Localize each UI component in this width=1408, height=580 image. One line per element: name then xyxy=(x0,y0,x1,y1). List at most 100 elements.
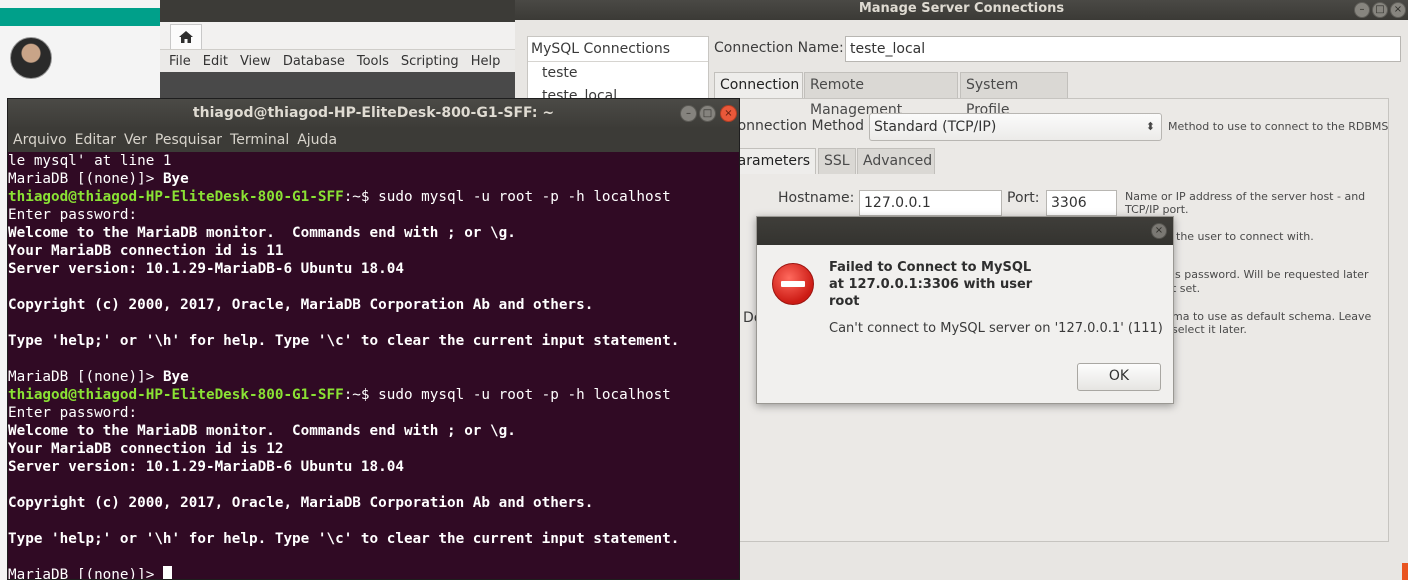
menu-file[interactable]: File xyxy=(169,54,191,69)
terminal-line: Enter password: xyxy=(8,207,138,223)
menu-view[interactable]: View xyxy=(240,54,271,69)
shell-prompt: thiagod@thiagod-HP-EliteDesk-800-G1-SFF xyxy=(8,387,344,403)
schema-hint-line1: ma to use as default schema. Leave xyxy=(1172,310,1372,323)
workbench-toolbar xyxy=(160,72,515,100)
connection-name-input[interactable]: teste_local xyxy=(845,36,1401,62)
workbench-menubar: File Edit View Database Tools Scripting … xyxy=(160,49,515,73)
menu-ajuda[interactable]: Ajuda xyxy=(297,132,337,148)
menu-arquivo[interactable]: Arquivo xyxy=(13,132,67,148)
menu-edit[interactable]: Edit xyxy=(203,54,228,69)
connection-method-value: Standard (TCP/IP) xyxy=(874,119,997,135)
menu-help[interactable]: Help xyxy=(471,54,501,69)
ok-button[interactable]: OK xyxy=(1077,363,1161,391)
command-output: Bye xyxy=(162,171,189,187)
shell-prompt: thiagod@thiagod-HP-EliteDesk-800-G1-SFF xyxy=(8,189,344,205)
menu-scripting[interactable]: Scripting xyxy=(401,54,459,69)
dialog-titlebar: × xyxy=(757,217,1173,245)
command-output: Bye xyxy=(162,369,189,385)
username-hint: the user to connect with. xyxy=(1176,230,1314,243)
terminal-line: Copyright (c) 2000, 2017, Oracle, MariaD… xyxy=(8,297,594,313)
maximize-icon[interactable]: □ xyxy=(1372,2,1388,18)
mariadb-prompt: MariaDB [(none)]> xyxy=(8,171,163,187)
terminal-scrollbar[interactable] xyxy=(1402,563,1408,580)
text-cursor xyxy=(162,566,172,579)
terminal-line: Enter password: xyxy=(8,405,138,421)
terminal-line: MariaDB [(none)]> xyxy=(8,566,739,579)
error-dialog: × Failed to Connect to MySQL at 127.0.0.… xyxy=(756,216,1174,404)
terminal-title: thiagod@thiagod-HP-EliteDesk-800-G1-SFF:… xyxy=(192,105,555,121)
terminal-line: Your MariaDB connection id is 11 xyxy=(8,243,284,259)
connection-method-label: Connection Method: xyxy=(736,118,864,134)
workbench-titlebar xyxy=(160,0,515,22)
method-hint: Method to use to connect to the RDBMS xyxy=(1168,120,1389,133)
terminal-line: Welcome to the MariaDB monitor. Commands… xyxy=(8,423,516,439)
tab-advanced[interactable]: Advanced xyxy=(857,148,935,174)
close-icon[interactable]: × xyxy=(1390,2,1406,18)
close-icon[interactable]: × xyxy=(1151,223,1167,239)
error-heading: Failed to Connect to MySQL at 127.0.0.1:… xyxy=(829,260,1033,309)
chevron-updown-icon: ⬍ xyxy=(1145,120,1155,133)
error-stop-icon xyxy=(772,263,814,305)
terminal-titlebar: thiagod@thiagod-HP-EliteDesk-800-G1-SFF:… xyxy=(8,99,739,127)
terminal-line: Your MariaDB connection id is 12 xyxy=(8,441,284,457)
tab-system-profile[interactable]: System Profile xyxy=(960,72,1068,118)
terminal-line: Server version: 10.1.29-MariaDB-6 Ubuntu… xyxy=(8,261,404,277)
minimize-icon[interactable]: – xyxy=(1354,2,1370,18)
list-item[interactable]: teste xyxy=(528,62,708,85)
tab-connection[interactable]: Connection xyxy=(714,72,803,98)
tab-ssl[interactable]: SSL xyxy=(818,148,856,174)
mariadb-prompt: MariaDB [(none)]> xyxy=(8,567,163,579)
terminal-line: MariaDB [(none)]> Bye xyxy=(8,368,739,386)
menu-ver[interactable]: Ver xyxy=(124,132,147,148)
connection-method-select[interactable]: Standard (TCP/IP) ⬍ xyxy=(869,113,1162,141)
workbench-home-tab[interactable] xyxy=(170,24,202,49)
tab-parameters[interactable]: Parameters xyxy=(736,148,816,174)
terminal-line: MariaDB [(none)]> Bye xyxy=(8,170,739,188)
terminal-line: Type 'help;' or '\h' for help. Type '\c'… xyxy=(8,333,680,349)
minimize-icon[interactable]: – xyxy=(680,105,697,122)
terminal-window: thiagod@thiagod-HP-EliteDesk-800-G1-SFF:… xyxy=(7,98,740,580)
mariadb-prompt: MariaDB [(none)]> xyxy=(8,369,163,385)
schema-hint-line2: select it later. xyxy=(1172,323,1247,336)
tab-remote-management[interactable]: Remote Management xyxy=(804,72,958,118)
window-title: Manage Server Connections xyxy=(858,1,1065,16)
app-header-bar xyxy=(0,8,162,26)
menu-terminal[interactable]: Terminal xyxy=(230,132,289,148)
port-input[interactable]: 3306 xyxy=(1046,190,1117,216)
menu-pesquisar[interactable]: Pesquisar xyxy=(155,132,222,148)
terminal-line: Server version: 10.1.29-MariaDB-6 Ubuntu… xyxy=(8,459,404,475)
connection-list: MySQL Connections teste teste_local xyxy=(527,36,709,104)
connection-list-header: MySQL Connections xyxy=(528,37,708,62)
hostname-input[interactable]: 127.0.0.1 xyxy=(859,190,1002,216)
shell-command: :~$ sudo mysql -u root -p -h localhost xyxy=(343,189,671,205)
menu-editar[interactable]: Editar xyxy=(75,132,116,148)
password-hint-line2: t set. xyxy=(1172,282,1201,295)
terminal-output[interactable]: le mysql' at line 1 MariaDB [(none)]> Bye… xyxy=(8,152,739,579)
hostname-hint: Name or IP address of the server host - … xyxy=(1125,190,1366,216)
maximize-icon[interactable]: □ xyxy=(699,105,716,122)
error-message: Can't connect to MySQL server on '127.0.… xyxy=(829,321,1163,336)
home-icon xyxy=(179,31,193,43)
terminal-line: Copyright (c) 2000, 2017, Oracle, MariaD… xyxy=(8,495,594,511)
port-label: Port: xyxy=(1007,190,1040,206)
terminal-line: thiagod@thiagod-HP-EliteDesk-800-G1-SFF:… xyxy=(8,386,739,404)
manage-connections-titlebar: Manage Server Connections xyxy=(515,0,1408,20)
close-icon[interactable]: × xyxy=(720,105,737,122)
terminal-line: le mysql' at line 1 xyxy=(8,153,172,169)
password-hint-line1: 's password. Will be requested later xyxy=(1172,268,1369,281)
avatar[interactable] xyxy=(10,37,52,79)
menu-tools[interactable]: Tools xyxy=(357,54,389,69)
terminal-line: Welcome to the MariaDB monitor. Commands… xyxy=(8,225,516,241)
menu-database[interactable]: Database xyxy=(283,54,345,69)
terminal-line: thiagod@thiagod-HP-EliteDesk-800-G1-SFF:… xyxy=(8,188,739,206)
terminal-menubar: Arquivo Editar Ver Pesquisar Terminal Aj… xyxy=(8,127,739,152)
terminal-line: Type 'help;' or '\h' for help. Type '\c'… xyxy=(8,531,680,547)
connection-name-label: Connection Name: xyxy=(714,40,844,56)
hostname-label: Hostname: xyxy=(778,190,855,206)
